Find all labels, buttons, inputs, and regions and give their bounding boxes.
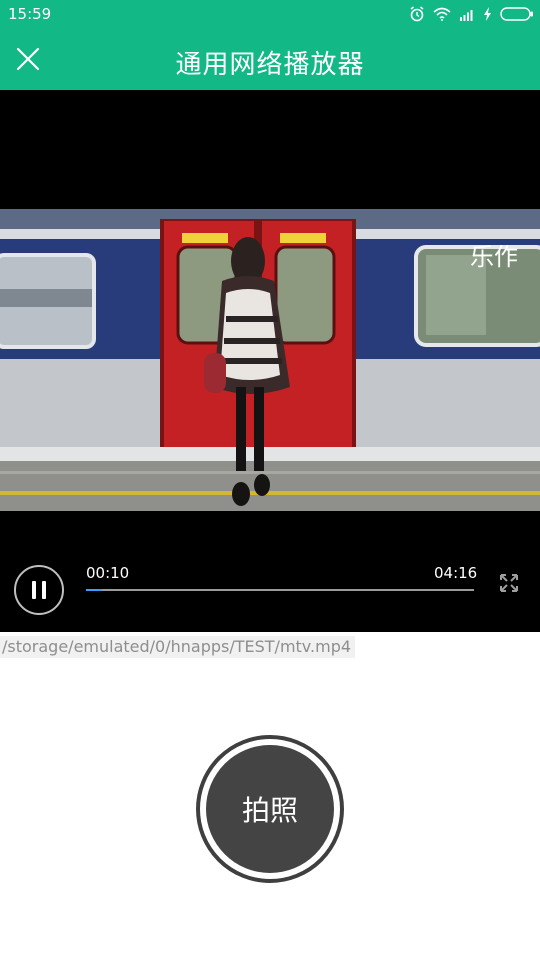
file-path: /storage/emulated/0/hnapps/TEST/mtv.mp4 (0, 636, 356, 658)
seek-progress (86, 589, 102, 591)
video-still-image: 乐作 (0, 209, 540, 511)
page-title: 通用网络播放器 (175, 50, 365, 80)
current-time: 00:10 (86, 564, 130, 582)
seek-bar[interactable] (86, 589, 474, 591)
wifi-icon (433, 7, 451, 21)
player-controls: 00:10 04:16 (0, 548, 540, 632)
app-bar: 通用网络播放器 (0, 28, 540, 90)
total-time: 04:16 (434, 564, 478, 582)
capture-button[interactable]: 拍照 (196, 735, 344, 883)
video-player[interactable]: 乐作 00:10 04:16 (0, 90, 540, 632)
fullscreen-button[interactable] (496, 570, 522, 596)
video-frame: 乐作 (0, 209, 540, 511)
capture-button-inner: 拍照 (206, 745, 334, 873)
pause-button[interactable] (14, 565, 64, 615)
status-time: 15:59 (8, 5, 52, 23)
status-icons (409, 5, 534, 23)
status-bar: 15:59 (0, 0, 540, 28)
fullscreen-icon (500, 574, 518, 592)
alarm-icon (410, 6, 424, 22)
capture-button-label: 拍照 (241, 794, 298, 827)
charging-icon (484, 7, 491, 21)
video-logo: 乐作 (470, 243, 518, 271)
signal-icon (460, 10, 473, 21)
pause-icon (29, 581, 49, 599)
battery-icon (500, 7, 533, 21)
